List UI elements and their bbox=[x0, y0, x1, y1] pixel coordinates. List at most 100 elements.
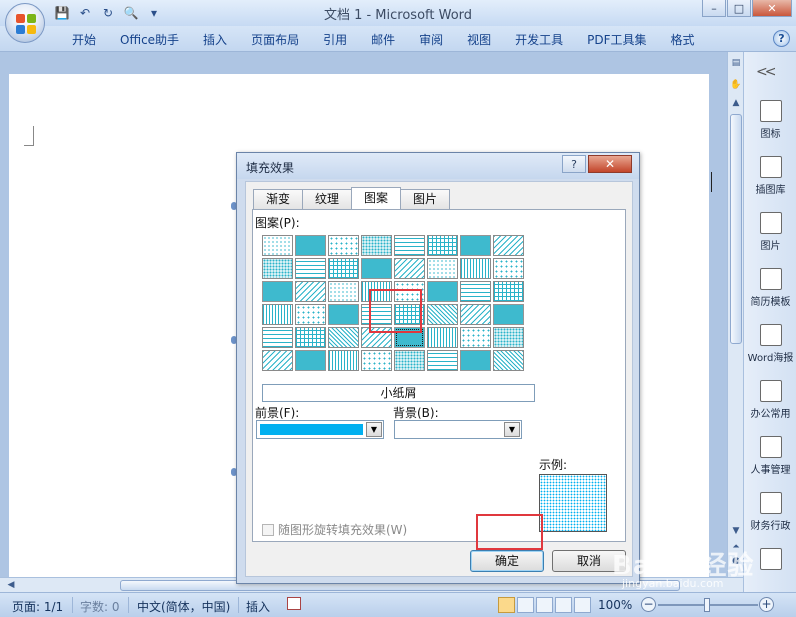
full-screen-view-icon[interactable] bbox=[517, 597, 534, 613]
pattern-swatch[interactable] bbox=[262, 304, 293, 325]
minimize-button[interactable]: – bbox=[702, 0, 726, 17]
macro-record-icon[interactable] bbox=[287, 597, 301, 610]
pattern-swatch[interactable] bbox=[394, 235, 425, 256]
pattern-swatch[interactable] bbox=[295, 281, 326, 302]
zoom-level[interactable]: 100% bbox=[598, 598, 632, 612]
task-pane-item[interactable]: Word海报 bbox=[744, 324, 796, 364]
foreground-color-select[interactable]: ▼ bbox=[256, 420, 384, 439]
task-pane-item[interactable]: 图标 bbox=[744, 100, 796, 140]
pattern-swatch[interactable] bbox=[361, 235, 392, 256]
pattern-swatch[interactable] bbox=[493, 304, 524, 325]
pattern-swatch[interactable] bbox=[460, 258, 491, 279]
pattern-swatch[interactable] bbox=[262, 235, 293, 256]
page-count[interactable]: 页面: 1/1 bbox=[12, 598, 63, 615]
task-pane-item[interactable]: 人事管理 bbox=[744, 436, 796, 476]
chevron-down-icon[interactable]: ▼ bbox=[504, 422, 520, 437]
vertical-scrollbar[interactable]: ▤ ✋ ▲ ▼ ⏶ ● bbox=[727, 52, 743, 577]
pattern-swatch[interactable] bbox=[295, 235, 326, 256]
dialog-tab[interactable]: 纹理 bbox=[302, 189, 353, 209]
pattern-swatch[interactable] bbox=[328, 304, 359, 325]
pattern-swatch[interactable] bbox=[493, 350, 524, 371]
pattern-swatch[interactable] bbox=[328, 350, 359, 371]
task-pane-item[interactable]: 财务行政 bbox=[744, 492, 796, 532]
ok-button[interactable]: 确定 bbox=[470, 550, 544, 572]
maximize-button[interactable]: □ bbox=[727, 0, 751, 17]
pattern-swatch[interactable] bbox=[460, 327, 491, 348]
scroll-down-icon[interactable]: ▼ bbox=[729, 524, 743, 538]
pattern-swatch[interactable] bbox=[493, 235, 524, 256]
background-color-select[interactable]: ▼ bbox=[394, 420, 522, 439]
dialog-help-button[interactable]: ? bbox=[562, 155, 586, 173]
pattern-swatch[interactable] bbox=[295, 327, 326, 348]
draft-view-icon[interactable] bbox=[574, 597, 591, 613]
language-indicator[interactable]: 中文(简体，中国) bbox=[137, 598, 230, 615]
close-button[interactable]: ✕ bbox=[752, 0, 792, 17]
pattern-swatch[interactable] bbox=[427, 281, 458, 302]
ribbon-tab[interactable]: 视图 bbox=[455, 31, 503, 49]
ribbon-tab[interactable]: 插入 bbox=[191, 31, 239, 49]
task-pane-item[interactable]: 办公常用 bbox=[744, 380, 796, 420]
ribbon-tab[interactable]: 审阅 bbox=[407, 31, 455, 49]
pattern-swatch[interactable] bbox=[460, 350, 491, 371]
insert-mode[interactable]: 插入 bbox=[246, 598, 270, 615]
scroll-up-icon[interactable]: ▲ bbox=[729, 96, 743, 110]
dialog-tab[interactable]: 图案 bbox=[351, 187, 402, 209]
checkbox-box[interactable] bbox=[262, 523, 274, 536]
outline-view-icon[interactable] bbox=[555, 597, 572, 613]
vertical-scroll-thumb[interactable] bbox=[730, 114, 742, 344]
word-count[interactable]: 字数: 0 bbox=[80, 598, 120, 615]
pattern-swatch[interactable] bbox=[262, 350, 293, 371]
pattern-swatch[interactable] bbox=[460, 304, 491, 325]
zoom-in-button[interactable]: + bbox=[759, 597, 774, 612]
pattern-swatch[interactable] bbox=[460, 235, 491, 256]
pattern-swatch[interactable] bbox=[328, 258, 359, 279]
task-pane-item[interactable]: 简历模板 bbox=[744, 268, 796, 308]
pattern-swatch[interactable] bbox=[394, 258, 425, 279]
scroll-left-icon[interactable]: ◀ bbox=[4, 578, 18, 592]
pan-hand-icon[interactable]: ✋ bbox=[729, 78, 743, 92]
pattern-swatch[interactable] bbox=[493, 258, 524, 279]
pattern-swatch[interactable] bbox=[328, 235, 359, 256]
dialog-tab[interactable]: 渐变 bbox=[253, 189, 304, 209]
pattern-swatch[interactable] bbox=[427, 327, 458, 348]
ribbon-tab[interactable]: 引用 bbox=[311, 31, 359, 49]
ribbon-tab[interactable]: 格式 bbox=[659, 31, 707, 49]
task-pane-item[interactable]: 图片 bbox=[744, 212, 796, 252]
pattern-swatch[interactable] bbox=[361, 258, 392, 279]
pattern-swatch[interactable] bbox=[295, 304, 326, 325]
ribbon-tab[interactable]: 开发工具 bbox=[503, 31, 575, 49]
dialog-close-button[interactable]: ✕ bbox=[588, 155, 632, 173]
pattern-swatch[interactable] bbox=[394, 350, 425, 371]
chevron-down-icon[interactable]: ▼ bbox=[366, 422, 382, 437]
pattern-swatch[interactable] bbox=[262, 258, 293, 279]
dialog-tab[interactable]: 图片 bbox=[400, 189, 451, 209]
zoom-slider-thumb[interactable] bbox=[704, 598, 710, 612]
dialog-title-bar[interactable]: 填充效果 ? ✕ bbox=[237, 153, 639, 179]
pattern-swatch[interactable] bbox=[328, 327, 359, 348]
pattern-swatch[interactable] bbox=[427, 258, 458, 279]
pattern-swatch[interactable] bbox=[328, 281, 359, 302]
pattern-swatch[interactable] bbox=[262, 327, 293, 348]
pattern-swatch[interactable] bbox=[427, 304, 458, 325]
pattern-swatch[interactable] bbox=[295, 258, 326, 279]
pattern-swatch[interactable] bbox=[427, 350, 458, 371]
pattern-swatch[interactable] bbox=[427, 235, 458, 256]
office-button[interactable] bbox=[5, 3, 45, 43]
pattern-swatch[interactable] bbox=[361, 350, 392, 371]
ruler-toggle-icon[interactable]: ▤ bbox=[729, 56, 743, 70]
rotate-with-shape-checkbox[interactable]: 随图形旋转填充效果(W) bbox=[262, 521, 407, 538]
pattern-swatch[interactable] bbox=[262, 281, 293, 302]
pattern-swatch[interactable] bbox=[493, 281, 524, 302]
ribbon-tab[interactable]: PDF工具集 bbox=[575, 31, 658, 49]
ribbon-tab[interactable]: 邮件 bbox=[359, 31, 407, 49]
double-chevron-left-icon[interactable]: << bbox=[756, 64, 777, 80]
pattern-swatch[interactable] bbox=[493, 327, 524, 348]
help-icon[interactable]: ? bbox=[773, 30, 790, 47]
ribbon-tab[interactable]: 页面布局 bbox=[239, 31, 311, 49]
zoom-out-button[interactable]: − bbox=[641, 597, 656, 612]
pattern-swatch[interactable] bbox=[460, 281, 491, 302]
ribbon-tab[interactable]: Office助手 bbox=[108, 31, 191, 49]
task-pane-item[interactable]: 插图库 bbox=[744, 156, 796, 196]
ribbon-tab[interactable]: 开始 bbox=[60, 31, 108, 49]
print-layout-view-icon[interactable] bbox=[498, 597, 515, 613]
